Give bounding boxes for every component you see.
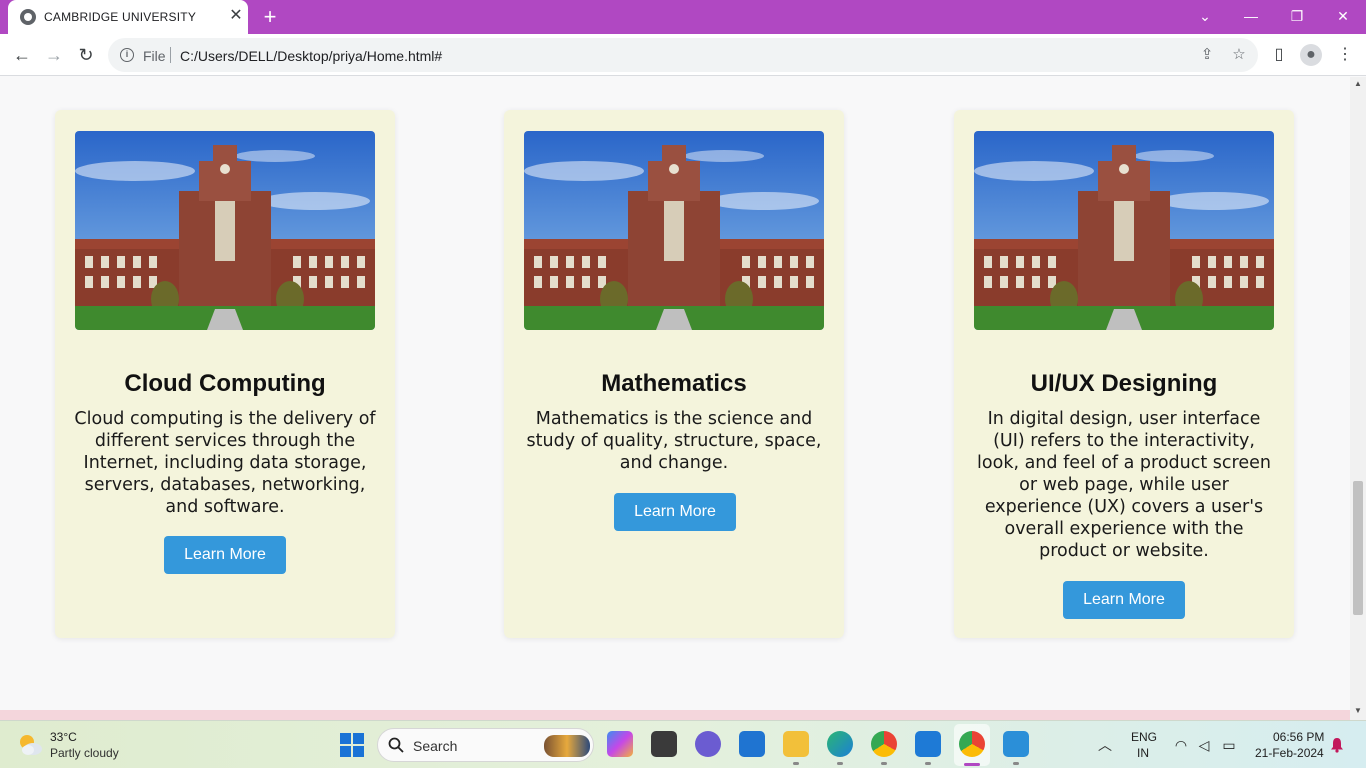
vscode-icon[interactable] — [915, 731, 941, 757]
taskbar-search[interactable]: Search — [377, 728, 594, 762]
url-text[interactable]: C:/Users/DELL/Desktop/priya/Home.html# — [180, 48, 442, 64]
learn-more-button[interactable]: Learn More — [614, 493, 736, 531]
reload-button[interactable]: ↻ — [74, 43, 98, 67]
url-scheme-label: File — [143, 48, 166, 64]
sidepanel-icon[interactable]: ▯ — [1268, 44, 1290, 66]
url-separator — [170, 47, 171, 63]
page-footer-edge — [0, 710, 1350, 720]
language-indicator[interactable]: ENG — [1131, 730, 1157, 744]
tray-overflow-icon[interactable]: ︿ — [1098, 735, 1112, 755]
notepad-icon[interactable] — [1003, 731, 1029, 757]
scroll-thumb[interactable] — [1353, 481, 1363, 615]
clock-date[interactable]: 21-Feb-2024 — [1255, 746, 1324, 760]
tab-title: CAMBRIDGE UNIVERSITY — [44, 10, 197, 24]
weather-temperature: 33°C — [50, 730, 77, 744]
course-description: Mathematics is the science and study of … — [526, 409, 822, 473]
bell-icon[interactable] — [1330, 737, 1344, 753]
scroll-up-arrow-icon[interactable]: ▲ — [1350, 79, 1366, 91]
browser-toolbar: ← → ↻ i File C:/Users/DELL/Desktop/priya… — [0, 34, 1366, 76]
menu-icon[interactable]: ⋮ — [1334, 44, 1356, 66]
search-highlight-image — [544, 735, 590, 757]
globe-icon — [20, 9, 36, 25]
chrome-profile-icon[interactable] — [871, 731, 897, 757]
browser-tab-bar: CAMBRIDGE UNIVERSITY ✕ + ⌄ — ❐ ✕ — [0, 0, 1366, 34]
active-indicator — [964, 763, 980, 766]
back-button[interactable]: ← — [10, 43, 34, 67]
learn-more-button[interactable]: Learn More — [164, 536, 286, 574]
course-title: Mathematics — [601, 370, 747, 397]
course-card: UI/UX Designing In digital design, user … — [954, 110, 1294, 638]
clock-time[interactable]: 06:56 PM — [1273, 730, 1324, 744]
browser-tab[interactable]: CAMBRIDGE UNIVERSITY ✕ — [8, 0, 248, 34]
windows-start-icon[interactable] — [340, 733, 364, 757]
course-title: UI/UX Designing — [1030, 370, 1218, 397]
new-tab-button[interactable]: + — [258, 5, 282, 29]
scroll-down-arrow-icon[interactable]: ▼ — [1350, 706, 1366, 718]
search-icon — [388, 737, 404, 753]
page-viewport: Cloud Computing Cloud computing is the d… — [0, 77, 1350, 720]
chrome-icon[interactable] — [959, 731, 985, 757]
running-indicator — [793, 762, 799, 765]
star-icon[interactable]: ☆ — [1230, 46, 1248, 64]
forward-button[interactable]: → — [42, 43, 66, 67]
course-card: Mathematics Mathematics is the science a… — [504, 110, 844, 638]
profile-icon[interactable]: ● — [1300, 44, 1322, 66]
file-explorer-icon[interactable] — [783, 731, 809, 757]
mail-icon[interactable] — [739, 731, 765, 757]
running-indicator — [837, 762, 843, 765]
course-card: Cloud Computing Cloud computing is the d… — [55, 110, 395, 638]
running-indicator — [1013, 762, 1019, 765]
address-bar[interactable]: i File C:/Users/DELL/Desktop/priya/Home.… — [108, 38, 1258, 72]
course-description: Cloud computing is the delivery of diffe… — [74, 409, 376, 517]
course-description: In digital design, user interface (UI) r… — [977, 409, 1271, 561]
weather-icon[interactable] — [16, 731, 44, 759]
search-placeholder: Search — [413, 738, 458, 754]
task-view-icon[interactable] — [651, 731, 677, 757]
university-building-image — [974, 131, 1274, 330]
running-indicator — [925, 762, 931, 765]
close-icon[interactable]: ✕ — [226, 6, 246, 26]
chat-icon[interactable] — [695, 731, 721, 757]
wifi-icon[interactable]: ◠ — [1172, 736, 1190, 754]
share-icon[interactable]: ⇪ — [1198, 46, 1216, 64]
volume-icon[interactable]: ◁ — [1195, 736, 1213, 754]
course-title: Cloud Computing — [124, 370, 326, 397]
edge-icon[interactable] — [827, 731, 853, 757]
restore-button[interactable]: ❐ — [1282, 4, 1312, 28]
windows-taskbar: 33°C Partly cloudy Search ︿ ENG IN ◠ ◁ ▭… — [0, 720, 1366, 768]
window-close-button[interactable]: ✕ — [1328, 4, 1358, 28]
learn-more-button[interactable]: Learn More — [1063, 581, 1185, 619]
info-icon[interactable]: i — [120, 48, 134, 62]
university-building-image — [524, 131, 824, 330]
battery-icon[interactable]: ▭ — [1220, 736, 1238, 754]
running-indicator — [881, 762, 887, 765]
vertical-scrollbar[interactable]: ▲ ▼ — [1350, 77, 1366, 720]
weather-description: Partly cloudy — [50, 746, 119, 760]
copilot-icon[interactable] — [607, 731, 633, 757]
language-region[interactable]: IN — [1137, 746, 1149, 760]
tab-search-chevron-icon[interactable]: ⌄ — [1190, 4, 1220, 28]
minimize-button[interactable]: — — [1236, 4, 1266, 28]
university-building-image — [75, 131, 375, 330]
